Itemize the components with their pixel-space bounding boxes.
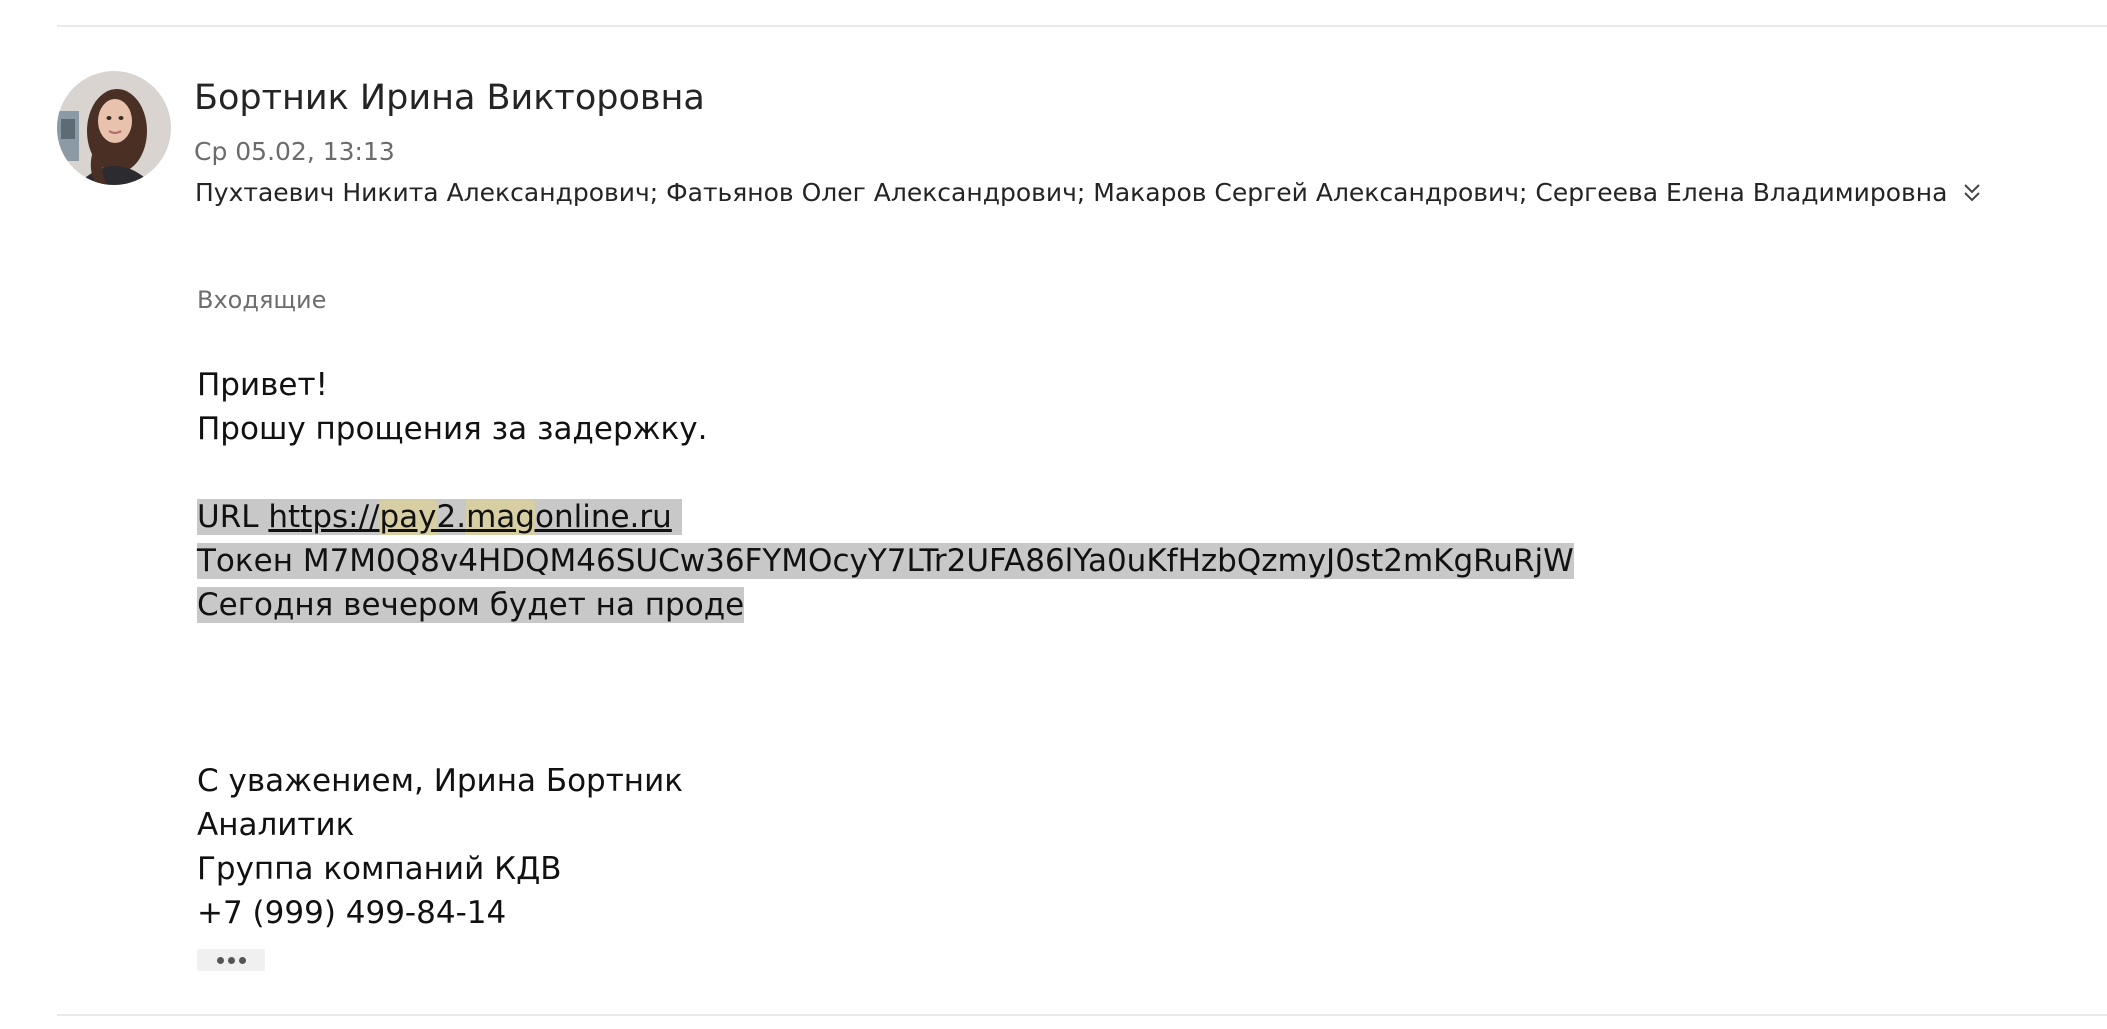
recipients-line: Пухтаевич Никита Александрович; Фатьянов… (195, 178, 1985, 207)
greeting: Привет! (197, 367, 328, 403)
url-label: URL (197, 499, 269, 535)
signature-line: Группа компаний КДВ (197, 851, 562, 887)
chevron-double-down-icon[interactable] (1959, 180, 1985, 206)
signature-line: Аналитик (197, 807, 355, 843)
token-line: Токен M7M0Q8v4HDQM46SUCw36FYMOcyY7LTr2UF… (197, 539, 1574, 583)
token-selection: Токен M7M0Q8v4HDQM46SUCw36FYMOcyY7LTr2UF… (197, 543, 1574, 579)
url-part-highlight: mag (466, 499, 535, 535)
message-body: Привет! Прошу прощения за задержку. URL … (197, 363, 1574, 935)
url-part: online.ru (534, 499, 672, 535)
recipients-list[interactable]: Пухтаевич Никита Александрович; Фатьянов… (195, 178, 1947, 207)
url-line-selection: URL https://pay2.magonline.ru (197, 499, 682, 535)
apology-line: Прошу прощения за задержку. (197, 411, 708, 447)
prod-selection: Сегодня вечером будет на проде (197, 587, 745, 623)
bottom-divider (57, 1014, 2107, 1016)
url-part: tps:// (300, 499, 380, 535)
message-datetime: Ср 05.02, 13:13 (194, 137, 395, 166)
ellipsis-icon[interactable] (197, 949, 265, 971)
url-line: URL https://pay2.magonline.ru (197, 495, 1574, 539)
prod-line: Сегодня вечером будет на проде (197, 583, 1574, 627)
signature-phone[interactable]: +7 (999) 499-84-14 (197, 891, 1574, 935)
top-divider (57, 25, 2107, 27)
signature-line: С уважением, Ирина Бортник (197, 763, 683, 799)
url-part: ht (268, 499, 301, 535)
dot (216, 956, 224, 964)
dot (227, 956, 235, 964)
folder-label[interactable]: Входящие (197, 286, 326, 314)
sender-avatar[interactable] (57, 71, 171, 185)
url-part-highlight: pay (379, 499, 437, 535)
url-link[interactable]: https://pay2.magonline.ru (268, 499, 672, 535)
url-part: 2. (436, 499, 467, 535)
sender-name[interactable]: Бортник Ирина Викторовна (194, 78, 705, 118)
dot (238, 956, 246, 964)
